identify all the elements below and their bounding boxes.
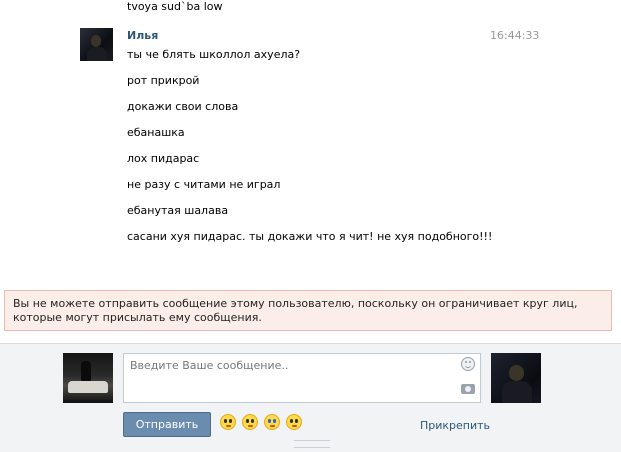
avatar-car — [68, 381, 108, 393]
emoji-icon[interactable] — [286, 414, 302, 430]
emoji-icon[interactable] — [220, 414, 236, 430]
send-button[interactable]: Отправить — [123, 412, 211, 437]
avatar-head — [91, 35, 101, 47]
emoji-icon[interactable] — [264, 414, 280, 430]
message-input-placeholder: Введите Ваше сообщение.. — [130, 359, 289, 372]
message-time[interactable]: 16:44:33 — [490, 29, 539, 42]
message-input[interactable]: Введите Ваше сообщение.. — [123, 353, 481, 403]
peer-avatar[interactable] — [491, 353, 541, 403]
message-line: ты че блять школлол ахуела? — [127, 48, 301, 61]
avatar-person — [81, 361, 91, 383]
avatar-body — [87, 47, 107, 61]
message-line: докажи свои слова — [127, 100, 239, 113]
message-line: не разу с читами не играл — [127, 178, 281, 191]
previous-message-text: tvoya sud`ba low — [127, 0, 223, 13]
message-line: ебанутая шалава — [127, 204, 229, 217]
author-avatar[interactable] — [80, 28, 113, 61]
message-line: рот прикрой — [127, 74, 200, 87]
my-avatar[interactable] — [63, 353, 113, 403]
message-line: сасани хуя пидарас. ты докажи что я чит!… — [127, 230, 493, 243]
message-line: ебанашка — [127, 126, 185, 139]
camera-icon[interactable] — [461, 384, 475, 394]
emoji-icon[interactable] — [242, 414, 258, 430]
smile-icon[interactable] — [461, 357, 475, 371]
message-line: лох пидарас — [127, 152, 200, 165]
send-restriction-warning: Вы не можете отправить сообщение этому п… — [4, 290, 612, 331]
avatar-head — [509, 365, 524, 381]
resize-handle[interactable] — [294, 440, 330, 448]
avatar-body — [502, 381, 532, 403]
message-author[interactable]: Илья — [127, 29, 158, 42]
attach-link[interactable]: Прикрепить — [420, 419, 490, 432]
